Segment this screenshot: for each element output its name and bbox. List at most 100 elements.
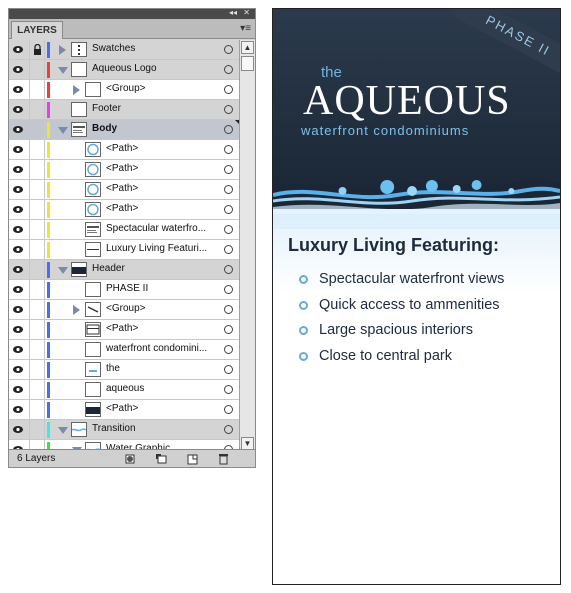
collapse-arrow-icon[interactable] bbox=[58, 427, 68, 434]
layer-name[interactable]: Body bbox=[92, 123, 212, 134]
layer-row[interactable]: Aqueous Logo bbox=[9, 60, 241, 80]
lock-cell[interactable] bbox=[30, 220, 45, 239]
layer-name[interactable]: the bbox=[106, 363, 212, 374]
lock-cell[interactable] bbox=[30, 260, 45, 279]
eye-icon[interactable] bbox=[13, 306, 23, 313]
close-icon[interactable]: ✕ bbox=[243, 8, 250, 18]
delete-layer-icon[interactable] bbox=[217, 453, 230, 465]
layer-row[interactable]: <Group> bbox=[9, 80, 241, 100]
panel-menu-icon[interactable]: ▾≡ bbox=[240, 23, 251, 34]
eye-icon[interactable] bbox=[13, 266, 23, 273]
scroll-up-icon[interactable]: ▲ bbox=[241, 41, 254, 54]
layer-row[interactable]: Luxury Living Featuri... bbox=[9, 240, 241, 260]
expand-arrow-icon[interactable] bbox=[59, 45, 66, 55]
eye-icon[interactable] bbox=[13, 206, 23, 213]
eye-icon[interactable] bbox=[13, 126, 23, 133]
target-circle-icon[interactable] bbox=[224, 265, 233, 274]
layer-row[interactable]: <Path> bbox=[9, 400, 241, 420]
eye-icon[interactable] bbox=[13, 386, 23, 393]
eye-icon[interactable] bbox=[13, 166, 23, 173]
lock-icon[interactable] bbox=[33, 44, 42, 55]
layer-row[interactable]: the bbox=[9, 360, 241, 380]
layer-row[interactable]: Spectacular waterfro... bbox=[9, 220, 241, 240]
target-circle-icon[interactable] bbox=[224, 365, 233, 374]
target-circle-icon[interactable] bbox=[224, 145, 233, 154]
target-circle-icon[interactable] bbox=[224, 385, 233, 394]
layer-name[interactable]: <Path> bbox=[106, 143, 212, 154]
eye-icon[interactable] bbox=[13, 226, 23, 233]
lock-cell[interactable] bbox=[30, 320, 45, 339]
eye-icon[interactable] bbox=[13, 286, 23, 293]
layer-row[interactable]: <Path> bbox=[9, 200, 241, 220]
layer-row[interactable]: <Path> bbox=[9, 140, 241, 160]
layer-row[interactable]: Transition bbox=[9, 420, 241, 440]
target-circle-icon[interactable] bbox=[224, 285, 233, 294]
layer-row[interactable]: <Path> bbox=[9, 180, 241, 200]
target-circle-icon[interactable] bbox=[224, 185, 233, 194]
target-circle-icon[interactable] bbox=[224, 45, 233, 54]
target-circle-icon[interactable] bbox=[224, 165, 233, 174]
lock-cell[interactable] bbox=[30, 300, 45, 319]
collapse-icon[interactable]: ◂◂ bbox=[229, 8, 237, 18]
layer-name[interactable]: Luxury Living Featuri... bbox=[106, 243, 212, 254]
layer-name[interactable]: Swatches bbox=[92, 43, 212, 54]
eye-icon[interactable] bbox=[13, 246, 23, 253]
layer-row[interactable]: Footer bbox=[9, 100, 241, 120]
lock-cell[interactable] bbox=[30, 340, 45, 359]
eye-icon[interactable] bbox=[13, 346, 23, 353]
target-circle-icon[interactable] bbox=[224, 105, 233, 114]
target-circle-icon[interactable] bbox=[224, 85, 233, 94]
scrollbar-thumb[interactable] bbox=[241, 56, 254, 71]
layer-name[interactable]: <Group> bbox=[106, 83, 212, 94]
eye-icon[interactable] bbox=[13, 66, 23, 73]
eye-icon[interactable] bbox=[13, 366, 23, 373]
target-circle-icon[interactable] bbox=[224, 405, 233, 414]
layer-row[interactable]: <Path> bbox=[9, 160, 241, 180]
target-circle-icon[interactable] bbox=[224, 425, 233, 434]
layer-name[interactable]: Spectacular waterfro... bbox=[106, 223, 212, 234]
lock-cell[interactable] bbox=[30, 200, 45, 219]
layer-name[interactable]: <Path> bbox=[106, 183, 212, 194]
target-circle-icon[interactable] bbox=[224, 345, 233, 354]
layer-row[interactable]: PHASE II bbox=[9, 280, 241, 300]
layer-name[interactable]: Footer bbox=[92, 103, 212, 114]
layer-name[interactable]: <Group> bbox=[106, 303, 212, 314]
layer-row[interactable]: <Path> bbox=[9, 320, 241, 340]
tab-layers[interactable]: LAYERS bbox=[11, 21, 63, 39]
lock-cell[interactable] bbox=[30, 120, 45, 139]
eye-icon[interactable] bbox=[13, 106, 23, 113]
target-circle-icon[interactable] bbox=[224, 325, 233, 334]
make-clipping-mask-icon[interactable] bbox=[124, 453, 137, 465]
layer-name[interactable]: waterfront condomini... bbox=[106, 343, 212, 354]
lock-cell[interactable] bbox=[30, 60, 45, 79]
lock-cell[interactable] bbox=[30, 380, 45, 399]
layer-name[interactable]: aqueous bbox=[106, 383, 212, 394]
layer-row[interactable]: waterfront condomini... bbox=[9, 340, 241, 360]
eye-icon[interactable] bbox=[13, 406, 23, 413]
layer-name[interactable]: <Path> bbox=[106, 323, 212, 334]
lock-cell[interactable] bbox=[30, 100, 45, 119]
expand-arrow-icon[interactable] bbox=[73, 85, 80, 95]
layer-name[interactable]: Header bbox=[92, 263, 212, 274]
target-circle-icon[interactable] bbox=[224, 305, 233, 314]
target-circle-icon[interactable] bbox=[224, 125, 233, 134]
layer-name[interactable]: Aqueous Logo bbox=[92, 63, 212, 74]
collapse-arrow-icon[interactable] bbox=[58, 127, 68, 134]
layer-row[interactable]: aqueous bbox=[9, 380, 241, 400]
layer-row[interactable]: <Group> bbox=[9, 300, 241, 320]
expand-arrow-icon[interactable] bbox=[73, 305, 80, 315]
lock-cell[interactable] bbox=[30, 420, 45, 439]
layer-row[interactable]: Body bbox=[9, 120, 241, 140]
layers-scrollbar[interactable]: ▲ ▼ bbox=[239, 40, 255, 451]
lock-cell[interactable] bbox=[30, 400, 45, 419]
eye-icon[interactable] bbox=[13, 186, 23, 193]
lock-cell[interactable] bbox=[30, 160, 45, 179]
lock-cell[interactable] bbox=[30, 80, 45, 99]
eye-icon[interactable] bbox=[13, 46, 23, 53]
lock-cell[interactable] bbox=[30, 360, 45, 379]
lock-cell[interactable] bbox=[30, 140, 45, 159]
lock-cell[interactable] bbox=[30, 180, 45, 199]
target-circle-icon[interactable] bbox=[224, 65, 233, 74]
lock-cell[interactable] bbox=[30, 280, 45, 299]
lock-cell[interactable] bbox=[30, 240, 45, 259]
